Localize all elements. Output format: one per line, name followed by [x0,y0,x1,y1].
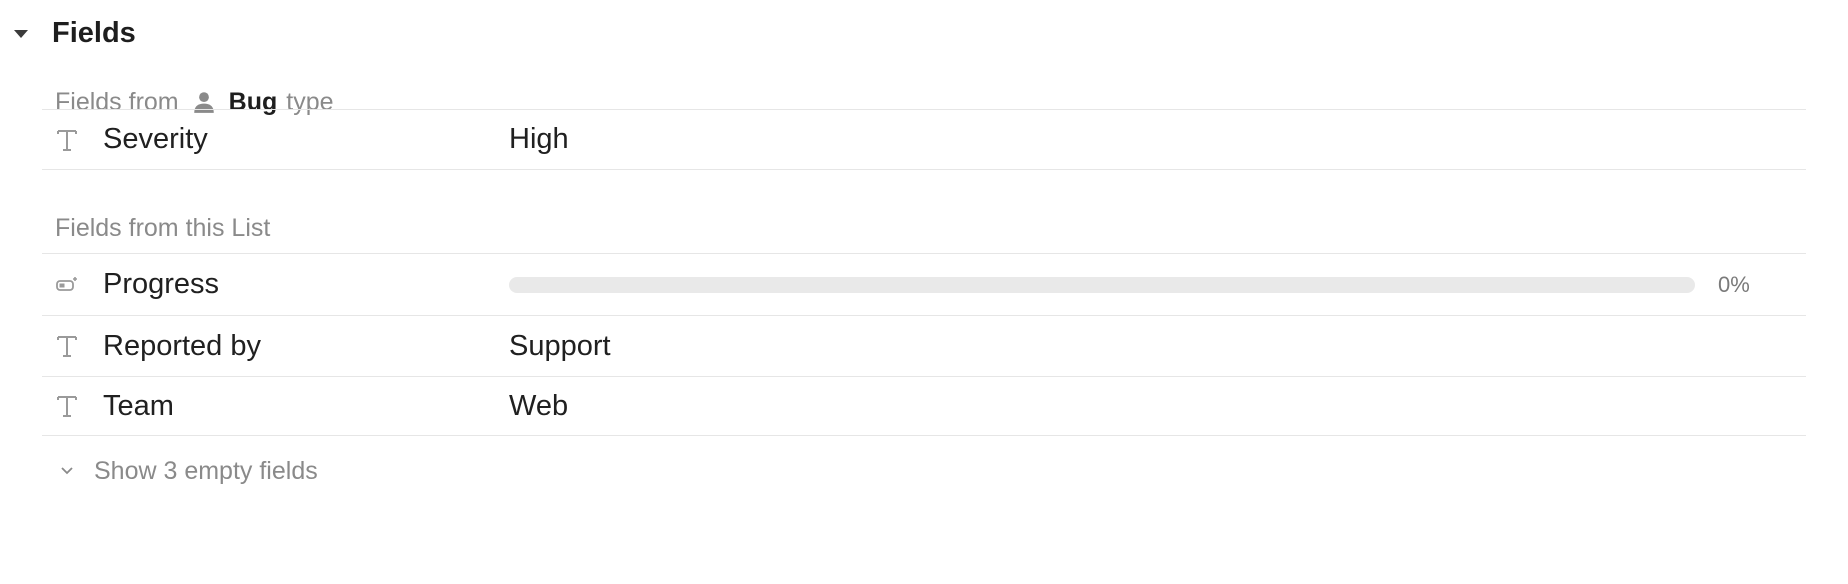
field-value-severity[interactable]: High [509,123,569,156]
field-name: Reported by [103,329,261,362]
show-empty-fields-button[interactable]: Show 3 empty fields [60,453,318,489]
progress-bar[interactable] [509,276,1695,293]
divider [42,169,1806,170]
section-title: Fields [52,16,136,49]
text-type-icon [56,394,78,418]
text-type-icon [56,334,78,358]
field-row-severity[interactable]: Severity High [42,110,1806,169]
field-row-progress[interactable]: Progress 0% [42,254,1806,315]
chevron-down-icon [60,466,74,476]
text-type-icon [56,128,78,152]
caret-down-icon [14,30,28,38]
progress-percent: 0% [1718,271,1750,297]
field-name: Progress [103,268,220,300]
fields-section-toggle[interactable]: Fields [14,12,136,54]
list-fields-group-label: Fields from this List [55,210,270,246]
field-name: Severity [103,123,208,155]
divider [42,435,1806,436]
field-value-reported-by[interactable]: Support [509,330,611,363]
field-row-reported-by[interactable]: Reported by Support [42,316,1806,376]
group-label: Fields from this List [55,213,271,242]
progress-icon [56,276,78,293]
field-row-team[interactable]: Team Web [42,377,1806,435]
field-name: Team [103,389,174,422]
field-value-team[interactable]: Web [509,390,568,423]
show-empty-label: Show 3 empty fields [94,456,318,485]
